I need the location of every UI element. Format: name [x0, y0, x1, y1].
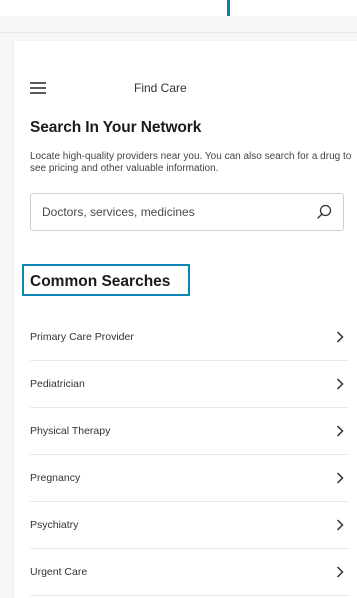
search-network-heading: Search In Your Network [30, 119, 202, 136]
list-item-label: Urgent Care [30, 566, 88, 578]
chevron-right-icon [336, 566, 344, 578]
list-item-physical-therapy[interactable]: Physical Therapy [30, 408, 348, 455]
list-item-label: Primary Care Provider [30, 331, 134, 343]
list-item-label: Pregnancy [30, 472, 81, 484]
search-icon[interactable] [315, 203, 333, 221]
list-item-pregnancy[interactable]: Pregnancy [30, 455, 348, 502]
list-item-primary-care-provider[interactable]: Primary Care Provider [30, 314, 348, 361]
search-network-description: Locate high-quality providers near you. … [30, 151, 352, 174]
divider [0, 32, 357, 33]
list-item-psychiatry[interactable]: Psychiatry [30, 502, 348, 549]
common-searches-heading: Common Searches [30, 273, 171, 290]
top-strip [0, 0, 357, 16]
chevron-right-icon [336, 331, 344, 343]
list-item-label: Psychiatry [30, 519, 79, 531]
app-bar: Find Care [14, 69, 357, 105]
hamburger-menu-icon[interactable] [30, 82, 46, 94]
common-searches-list: Primary Care Provider Pediatrician Physi… [30, 314, 348, 596]
chevron-right-icon [336, 519, 344, 531]
highlight-marker [227, 0, 230, 16]
screen: Find Care Search In Your Network Locate … [0, 0, 357, 598]
search-box[interactable] [30, 193, 344, 231]
chevron-right-icon [336, 425, 344, 437]
find-care-screen: Find Care Search In Your Network Locate … [14, 41, 357, 598]
list-item-label: Pediatrician [30, 378, 85, 390]
chevron-right-icon [336, 378, 344, 390]
list-item-urgent-care[interactable]: Urgent Care [30, 549, 348, 596]
page-title: Find Care [134, 81, 187, 95]
list-item-label: Physical Therapy [30, 425, 111, 437]
common-searches-highlight: Common Searches [22, 264, 190, 296]
list-item-pediatrician[interactable]: Pediatrician [30, 361, 348, 408]
search-input[interactable] [42, 203, 292, 221]
chevron-right-icon [336, 472, 344, 484]
